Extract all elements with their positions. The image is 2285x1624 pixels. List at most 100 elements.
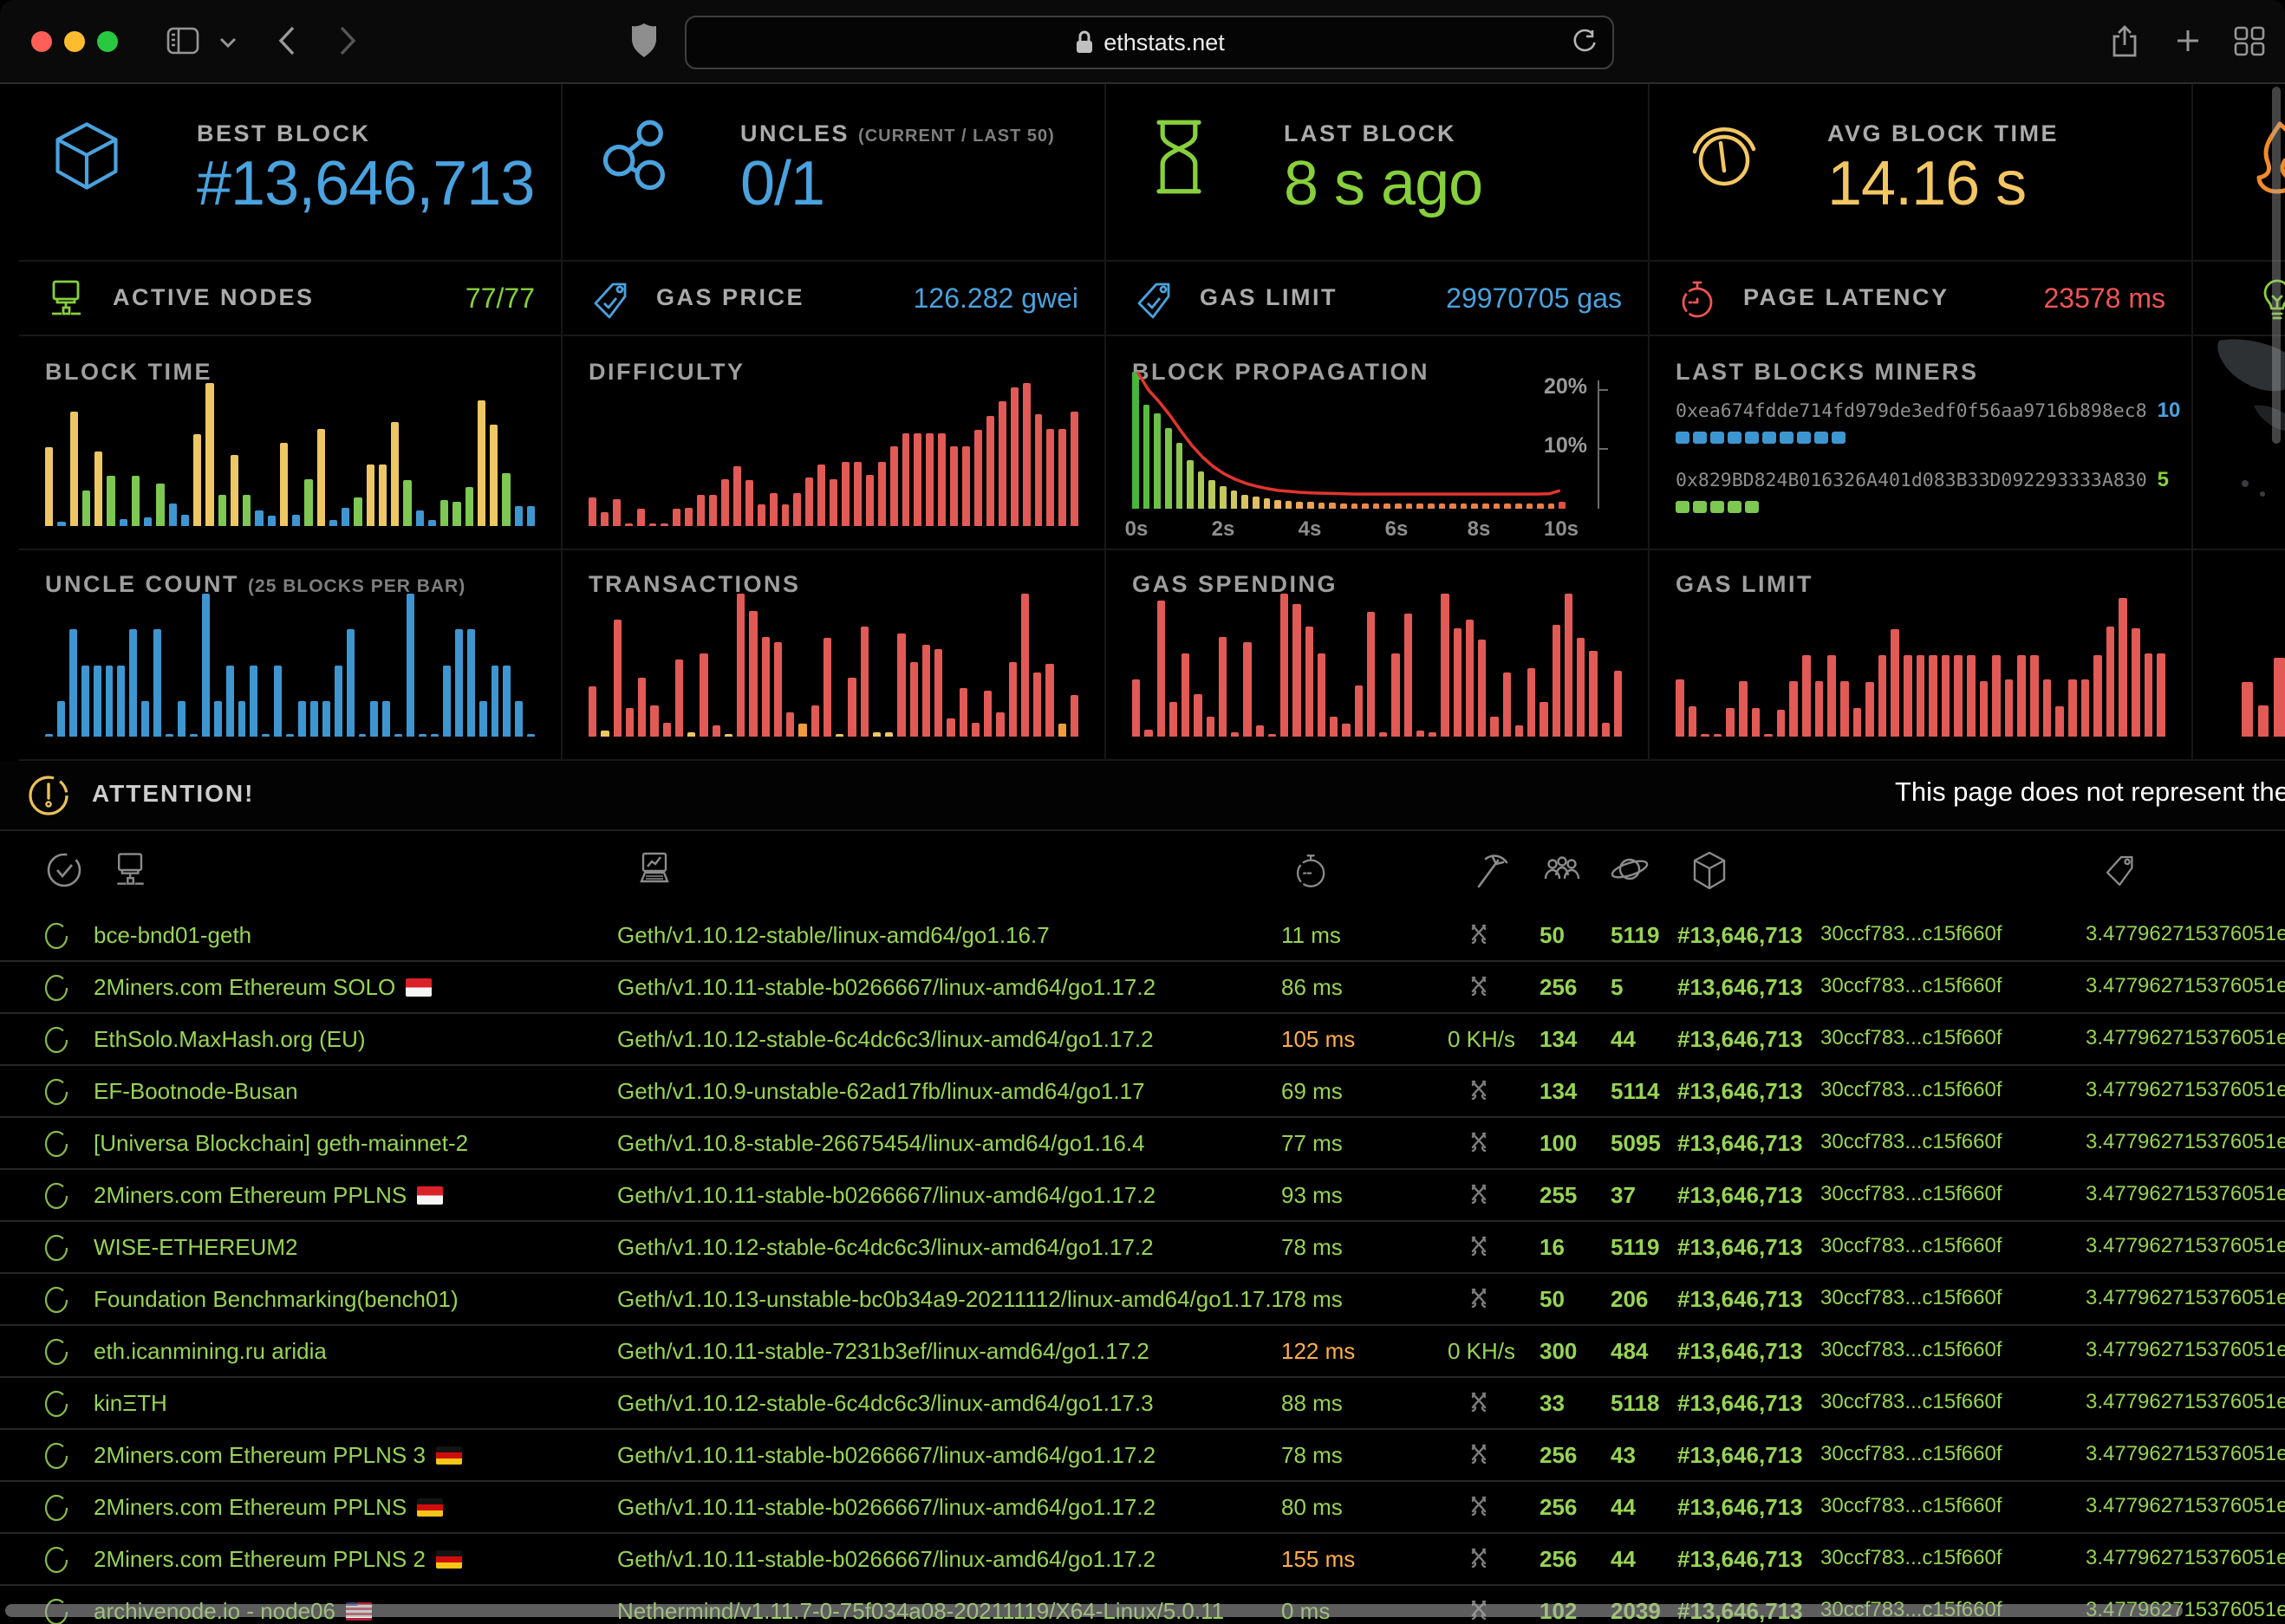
- node-name[interactable]: Foundation Benchmarking(bench01): [94, 1286, 459, 1313]
- node-name[interactable]: 2Miners.com Ethereum PPLNS: [94, 1182, 443, 1209]
- node-pin-icon[interactable]: [43, 922, 69, 950]
- node-latency: 78 ms: [1281, 1442, 1343, 1469]
- table-row[interactable]: EthSolo.MaxHash.org (EU)Geth/v1.10.12-st…: [0, 1014, 2285, 1066]
- node-pin-icon[interactable]: [43, 1390, 69, 1418]
- node-pin-icon[interactable]: [43, 1442, 69, 1470]
- table-row[interactable]: [Universa Blockchain] geth-mainnet-2Geth…: [0, 1118, 2285, 1170]
- table-row[interactable]: eth.icanmining.ru aridiaGeth/v1.10.11-st…: [0, 1326, 2285, 1378]
- window-zoom-button[interactable]: [97, 31, 118, 52]
- uncles-tag-icon[interactable]: [2101, 850, 2141, 892]
- miner-address[interactable]: 0xea674fdde714fd979de3edf0f56aa9716b898e…: [1676, 400, 2147, 422]
- chart-bar: [515, 506, 523, 526]
- chart-bar: [2055, 706, 2064, 737]
- chart-bar: [1058, 429, 1066, 526]
- status-check-icon[interactable]: [45, 850, 83, 890]
- node-name[interactable]: 2Miners.com Ethereum SOLO: [94, 974, 432, 1001]
- chart-bar: [725, 734, 732, 737]
- chart-bar: [1395, 503, 1402, 509]
- chart-bar: [1058, 724, 1066, 737]
- node-block-hash: 30ccf783...c15f660f: [1820, 1182, 2002, 1206]
- chart-bar: [1764, 734, 1773, 737]
- not-mining-icon: [1467, 1234, 1491, 1258]
- node-pin-icon[interactable]: [43, 1026, 69, 1054]
- node-pin-icon[interactable]: [43, 974, 69, 1002]
- miner-entry: 0x829BD824B016326A401d083B33D092293333A8…: [1676, 468, 2174, 513]
- table-row[interactable]: 2Miners.com Ethereum PPLNSGeth/v1.10.11-…: [0, 1482, 2285, 1534]
- chart-bar: [503, 666, 511, 737]
- table-row[interactable]: bce-bnd01-gethGeth/v1.10.12-stable/linux…: [0, 910, 2285, 962]
- new-tab-icon[interactable]: [2174, 24, 2202, 57]
- gas-limit-label: GAS LIMIT: [1200, 284, 1338, 311]
- node-last-block: #13,646,713: [1677, 1130, 1803, 1157]
- reload-icon[interactable]: [1571, 29, 1597, 56]
- table-row[interactable]: 2Miners.com Ethereum PPLNS 2Geth/v1.10.1…: [0, 1534, 2285, 1586]
- chart-bar: [1268, 734, 1276, 737]
- window-minimize-button[interactable]: [64, 31, 85, 52]
- pending-planet-icon[interactable]: [1609, 850, 1650, 888]
- node-name[interactable]: 2Miners.com Ethereum PPLNS 2: [94, 1546, 462, 1573]
- node-name[interactable]: 2Miners.com Ethereum PPLNS: [94, 1494, 443, 1521]
- node-pin-icon[interactable]: [43, 1494, 69, 1522]
- chart-bar: [243, 495, 251, 526]
- mining-pickaxe-icon[interactable]: [1470, 850, 1508, 892]
- node-name[interactable]: kinΞTH: [94, 1390, 167, 1417]
- chart-bar: [999, 401, 1006, 526]
- chart-bar: [1802, 655, 1811, 737]
- sidebar-icon[interactable]: [166, 26, 199, 55]
- node-name[interactable]: 2Miners.com Ethereum PPLNS 3: [94, 1442, 462, 1469]
- chart-bar: [1071, 695, 1078, 737]
- tab-overview-icon[interactable]: [2233, 24, 2266, 57]
- table-row[interactable]: WISE-ETHEREUM2Geth/v1.10.12-stable-6c4dc…: [0, 1222, 2285, 1274]
- chart-bar: [962, 446, 970, 526]
- node-pin-icon[interactable]: [43, 1286, 69, 1314]
- chart-bar: [1466, 620, 1474, 737]
- node-computer-icon[interactable]: [111, 850, 151, 890]
- latency-column-icon[interactable]: [1292, 850, 1331, 892]
- difficulty-chart-panel: DIFFICULTY: [563, 336, 1106, 550]
- node-pin-icon[interactable]: [43, 1078, 69, 1106]
- peers-people-icon[interactable]: [1541, 850, 1583, 888]
- chart-bar: [370, 701, 378, 737]
- chart-bar: [490, 425, 498, 526]
- back-button[interactable]: [276, 24, 298, 57]
- chart-bar: [1231, 490, 1238, 509]
- table-row[interactable]: EF-Bootnode-BusanGeth/v1.10.9-unstable-6…: [0, 1066, 2285, 1118]
- table-row[interactable]: 2Miners.com Ethereum PPLNSGeth/v1.10.11-…: [0, 1170, 2285, 1222]
- chevron-down-icon[interactable]: [218, 36, 238, 49]
- block-cube-icon[interactable]: [1690, 850, 1728, 892]
- node-latency: 77 ms: [1281, 1130, 1343, 1157]
- chart-bar: [107, 476, 114, 526]
- vertical-scrollbar[interactable]: [2272, 87, 2281, 444]
- not-mining-icon: [1467, 1182, 1491, 1206]
- node-info-laptop-icon[interactable]: [635, 850, 674, 890]
- node-name[interactable]: EF-Bootnode-Busan: [94, 1078, 298, 1105]
- horizontal-scrollbar[interactable]: [5, 1604, 2183, 1617]
- share-icon[interactable]: [2110, 24, 2139, 59]
- node-pin-icon[interactable]: [43, 1234, 69, 1262]
- chart-bar: [478, 400, 485, 526]
- chart-bar: [1471, 503, 1478, 509]
- shield-icon[interactable]: [629, 22, 659, 60]
- node-pin-icon[interactable]: [43, 1182, 69, 1210]
- block-time-chart-title: BLOCK TIME: [45, 359, 212, 386]
- chart-bar: [81, 666, 89, 737]
- node-pin-icon[interactable]: [43, 1546, 69, 1574]
- node-total-difficulty: 3.477962715376051e+22: [2086, 1130, 2285, 1154]
- node-name[interactable]: WISE-ETHEREUM2: [94, 1234, 297, 1261]
- table-row[interactable]: Foundation Benchmarking(bench01)Geth/v1.…: [0, 1274, 2285, 1326]
- node-name[interactable]: bce-bnd01-geth: [94, 922, 251, 949]
- address-bar[interactable]: ethstats.net: [685, 16, 1614, 69]
- node-pending: 5: [1611, 974, 1623, 1001]
- node-name[interactable]: EthSolo.MaxHash.org (EU): [94, 1026, 366, 1053]
- forward-button[interactable]: [336, 24, 359, 57]
- window-close-button[interactable]: [31, 31, 52, 52]
- miner-address[interactable]: 0x829BD824B016326A401d083B33D092293333A8…: [1676, 470, 2147, 491]
- browser-toolbar: ethstats.net: [0, 0, 2285, 84]
- node-pin-icon[interactable]: [43, 1130, 69, 1158]
- node-pin-icon[interactable]: [43, 1338, 69, 1366]
- table-row[interactable]: 2Miners.com Ethereum SOLOGeth/v1.10.11-s…: [0, 962, 2285, 1014]
- node-name[interactable]: [Universa Blockchain] geth-mainnet-2: [94, 1130, 468, 1157]
- table-row[interactable]: kinΞTHGeth/v1.10.12-stable-6c4dc6c3/linu…: [0, 1378, 2285, 1430]
- node-name[interactable]: eth.icanmining.ru aridia: [94, 1338, 327, 1365]
- table-row[interactable]: 2Miners.com Ethereum PPLNS 3Geth/v1.10.1…: [0, 1430, 2285, 1482]
